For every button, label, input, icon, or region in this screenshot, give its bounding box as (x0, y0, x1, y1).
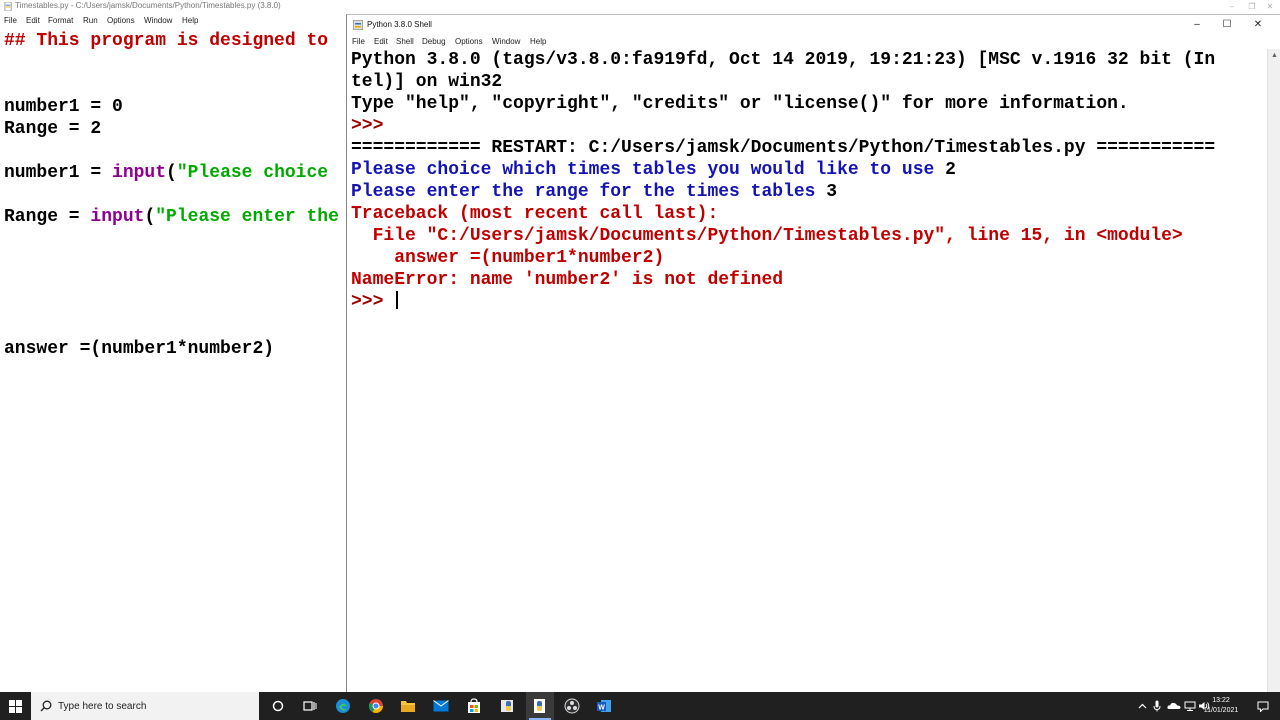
code-token-builtin: input (90, 207, 145, 227)
search-placeholder: Type here to search (58, 700, 147, 712)
code-token-var: Range = (4, 207, 91, 227)
taskbar-search-box[interactable]: Type here to search (31, 692, 259, 720)
shell-stdout-text: Please enter the range for the times tab… (351, 182, 827, 202)
code-line-comment: ## This program is designed to (4, 31, 329, 51)
task-view-icon[interactable] (296, 692, 324, 720)
file-explorer-icon[interactable] (394, 692, 422, 720)
editor-menu-options[interactable]: Options (107, 14, 135, 28)
clock-date: 11/01/2021 (1203, 707, 1239, 714)
code-line-number1: number1 = 0 (4, 97, 123, 117)
editor-menu-format[interactable]: Format (48, 14, 73, 28)
editor-menu-run[interactable]: Run (83, 14, 98, 28)
editor-menubar: File Edit Format Run Options Window Help (0, 14, 346, 28)
code-token-builtin: input (112, 163, 167, 183)
shell-banner-line: tel)] on win32 (351, 72, 503, 92)
editor-close-button[interactable]: ✕ (1260, 0, 1280, 14)
editor-minimize-button[interactable]: – (1222, 0, 1242, 14)
editor-code-area[interactable]: ## This program is designed to number1 =… (0, 30, 346, 692)
code-token-string: "Please choice (176, 163, 329, 183)
shell-prompt: >>> (351, 292, 395, 312)
shell-window: Python 3.8.0 Shell – ☐ ✕ File Edit Shell… (346, 14, 1280, 693)
shell-menu-shell[interactable]: Shell (396, 35, 414, 49)
shell-output-area[interactable]: Python 3.8.0 (tags/v3.8.0:fa919fd, Oct 1… (347, 49, 1267, 693)
tray-overflow-chevron-icon[interactable] (1135, 692, 1149, 720)
svg-text:W: W (598, 705, 605, 712)
editor-menu-edit[interactable]: Edit (26, 14, 40, 28)
obs-icon[interactable] (558, 692, 586, 720)
shell-minimize-button[interactable]: – (1190, 18, 1204, 32)
code-token-var: number1 = (4, 163, 113, 183)
windows-start-icon[interactable] (0, 692, 31, 720)
python-shell-icon (353, 20, 363, 30)
store-icon[interactable] (460, 692, 488, 720)
shell-menubar: File Edit Shell Debug Options Window Hel… (347, 35, 1280, 49)
editor-menu-file[interactable]: File (4, 14, 17, 28)
code-token-string: "Please enter the (155, 207, 339, 227)
python-idle-active-icon[interactable] (526, 692, 554, 720)
mail-icon[interactable] (427, 692, 455, 720)
shell-menu-window[interactable]: Window (492, 35, 520, 49)
shell-banner-line: Python 3.8.0 (tags/v3.8.0:fa919fd, Oct 1… (351, 50, 1216, 70)
cortana-icon[interactable] (264, 692, 292, 720)
shell-error-line: NameError: name 'number2' is not defined (351, 270, 784, 290)
shell-stdout-line: Please enter the range for the times tab… (351, 181, 837, 203)
editor-menu-help[interactable]: Help (182, 14, 198, 28)
shell-menu-help[interactable]: Help (530, 35, 546, 49)
shell-maximize-button[interactable]: ☐ (1220, 18, 1234, 32)
shell-title: Python 3.8.0 Shell (367, 20, 432, 29)
code-line-input-range: Range = input("Please enter the (4, 206, 339, 228)
notifications-icon[interactable] (1252, 692, 1274, 720)
chrome-icon[interactable] (362, 692, 390, 720)
shell-traceback-line: answer =(number1*number2) (351, 248, 665, 268)
editor-maximize-button[interactable]: ❐ (1242, 0, 1262, 14)
shell-user-input: 2 (945, 160, 956, 180)
clock[interactable]: 13:22 11/01/2021 (1198, 692, 1244, 720)
scroll-up-arrow-icon[interactable]: ▲ (1270, 51, 1279, 60)
shell-traceback-line: Traceback (most recent call last): (351, 204, 719, 224)
shell-stdout-text: Please choice which times tables you wou… (351, 160, 946, 180)
code-token-paren: ( (144, 207, 156, 227)
shell-prompt: >>> (351, 116, 384, 136)
python-file-icon (4, 2, 12, 11)
shell-scrollbar[interactable]: ▲ (1267, 49, 1280, 693)
shell-restart-line: ============ RESTART: C:/Users/jamsk/Doc… (351, 138, 1216, 158)
shell-traceback-line: File "C:/Users/jamsk/Documents/Python/Ti… (351, 226, 1183, 246)
shell-menu-edit[interactable]: Edit (374, 35, 388, 49)
shell-menu-file[interactable]: File (352, 35, 365, 49)
python-idle-icon[interactable] (494, 692, 522, 720)
code-line-range: Range = 2 (4, 119, 102, 139)
search-icon (40, 700, 52, 712)
shell-menu-debug[interactable]: Debug (422, 35, 446, 49)
shell-user-input: 3 (826, 182, 838, 202)
shell-menu-options[interactable]: Options (455, 35, 483, 49)
word-icon[interactable]: W (590, 692, 618, 720)
text-cursor (396, 291, 399, 309)
clock-time: 13:22 (1212, 697, 1230, 704)
editor-menu-window[interactable]: Window (144, 14, 172, 28)
onedrive-icon[interactable] (1166, 692, 1182, 720)
editor-titlebar[interactable]: Timestables.py - C:/Users/jamsk/Document… (0, 0, 1280, 14)
microphone-icon[interactable] (1150, 692, 1164, 720)
shell-input-line[interactable]: >>> (351, 291, 399, 313)
code-line-input-number1: number1 = input("Please choice (4, 162, 328, 184)
shell-banner-line: Type "help", "copyright", "credits" or "… (351, 94, 1129, 114)
taskbar: Type here to search W 13:22 11/01/2021 (0, 692, 1280, 720)
code-line-answer: answer =(number1*number2) (4, 339, 275, 359)
editor-title: Timestables.py - C:/Users/jamsk/Document… (15, 1, 281, 10)
network-icon[interactable] (1182, 692, 1198, 720)
shell-titlebar[interactable]: Python 3.8.0 Shell – ☐ ✕ (347, 15, 1280, 35)
code-token-paren: ( (166, 163, 177, 183)
shell-stdout-line: Please choice which times tables you wou… (351, 159, 956, 181)
shell-close-button[interactable]: ✕ (1251, 18, 1265, 32)
edge-icon[interactable] (329, 692, 357, 720)
